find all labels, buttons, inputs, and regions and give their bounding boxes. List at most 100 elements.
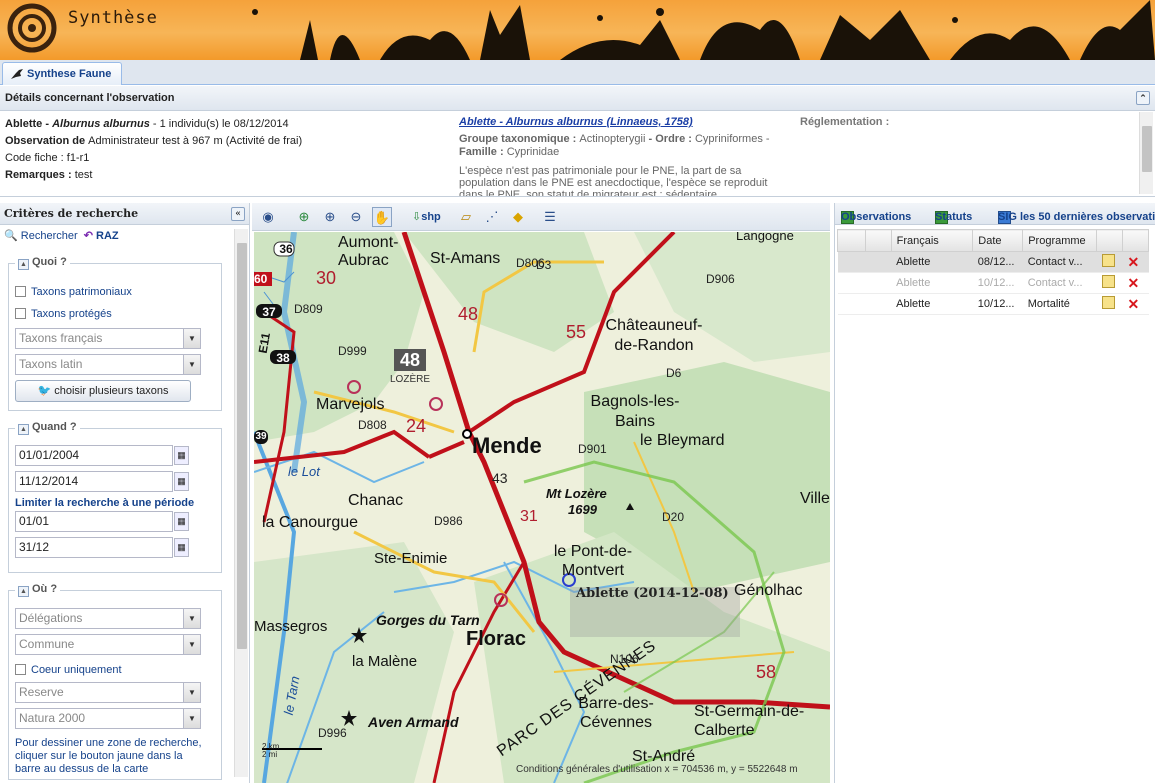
observer-value: Administrateur test à 967 m (Activité de…: [88, 135, 303, 147]
map-label-aven: Aven Armand: [368, 714, 459, 730]
map-label-bleymard: le Bleymard: [640, 432, 725, 449]
detail-scrollbar[interactable]: [1139, 112, 1153, 194]
edit-icon[interactable]: [1096, 272, 1123, 294]
taxons-proteges-checkbox[interactable]: Taxons protégés: [15, 308, 112, 320]
edit-icon[interactable]: [1096, 251, 1123, 273]
period-end-field[interactable]: 31/12 ▦: [15, 537, 189, 558]
eraser-icon[interactable]: ◆: [508, 207, 528, 227]
quoi-legend[interactable]: ▲ Quoi ?: [15, 256, 70, 270]
select-placeholder: Taxons latin: [19, 357, 83, 371]
draw-polygon-icon[interactable]: ▱: [456, 207, 476, 227]
raz-button[interactable]: ↶ RAZ: [84, 230, 119, 242]
draw-line-icon[interactable]: ⋰: [482, 207, 502, 227]
reserve-select[interactable]: Reserve ▼: [15, 682, 201, 703]
export-shp-button[interactable]: ⇩shp: [412, 207, 441, 227]
taxons-francais-select[interactable]: Taxons français ▼: [15, 328, 201, 349]
commune-select[interactable]: Commune ▼: [15, 634, 201, 655]
remarks-value: test: [74, 169, 93, 181]
date-end-field[interactable]: 11/12/2014 ▦: [15, 471, 189, 492]
map-label-enimie: Ste-Enimie: [374, 550, 448, 567]
banner-silhouettes: [7, 0, 1155, 60]
collapse-left-icon[interactable]: «: [231, 207, 245, 221]
zoom-out-icon[interactable]: ⊖: [346, 207, 366, 227]
collapse-up-icon[interactable]: ⌃: [1136, 91, 1150, 105]
map-label-aumont: Aumont-Aubrac: [338, 234, 399, 269]
chevron-down-icon[interactable]: ▼: [183, 635, 200, 654]
close-icon: ✕: [1127, 253, 1140, 270]
taxon-link[interactable]: Ablette - Alburnus alburnus (Linnaeus, 1…: [459, 116, 693, 128]
observations-panel: Observations Statuts SIG les 50 dernière…: [834, 203, 1155, 783]
zoom-extent-icon[interactable]: ◉: [258, 207, 278, 227]
map-label-road-55: 55: [566, 322, 587, 342]
cell-programme: Mortalité: [1022, 293, 1097, 315]
left-scrollbar[interactable]: [234, 229, 248, 777]
edit-icon[interactable]: [1096, 293, 1123, 315]
cell-francais: Ablette: [891, 251, 973, 273]
button-label: choisir plusieurs taxons: [54, 385, 169, 397]
tab-label: SIG les 50 dernières observations: [998, 211, 1155, 223]
calendar-icon[interactable]: ▦: [174, 446, 189, 465]
natura-select[interactable]: Natura 2000 ▼: [15, 708, 201, 729]
detail-scroll-thumb[interactable]: [1142, 126, 1152, 172]
chevron-down-icon[interactable]: ▼: [183, 329, 200, 348]
calendar-icon[interactable]: ▦: [174, 472, 189, 491]
bird-icon: 🐦: [37, 385, 52, 397]
chevron-down-icon[interactable]: ▼: [183, 609, 200, 628]
map-label-a37: 37: [262, 305, 276, 319]
calendar-icon[interactable]: ▦: [174, 538, 189, 557]
delete-icon[interactable]: ✕: [1122, 251, 1149, 273]
draw-zone-hint: Pour dessiner une zone de recherche, cli…: [15, 737, 202, 775]
observer-label: Observation de: [5, 135, 89, 147]
table-row[interactable]: Ablette 10/12... Contact v... ✕: [837, 272, 1149, 294]
map-label-mt-lozere: Mt Lozère: [546, 486, 607, 501]
ou-legend[interactable]: ▲ Où ?: [15, 583, 61, 597]
map-canvas[interactable]: 2 km 2 mi Mende Marvejols Chanac la Cano…: [254, 232, 830, 783]
quand-legend[interactable]: ▲ Quand ?: [15, 421, 80, 435]
map-panel: ◉ ⊕ ⊕ ⊖ ✋ ⇩shp ▱ ⋰ ◆ ☰ 2 km 2 mi Mende M…: [252, 203, 830, 783]
map-label-villefort: Villet: [800, 490, 830, 507]
date-value: 11/12/2014: [19, 474, 79, 488]
column-header-francais[interactable]: Français: [890, 229, 974, 252]
row-spacer: [837, 251, 866, 273]
detail-panel-body: Ablette - Alburnus alburnus - 1 individu…: [0, 112, 1155, 197]
taxons-patrimoniaux-checkbox[interactable]: Taxons patrimoniaux: [15, 286, 132, 298]
period-start-field[interactable]: 01/01 ▦: [15, 511, 189, 532]
table-row[interactable]: Ablette 10/12... Mortalité ✕: [837, 293, 1149, 315]
map-label-d901: D901: [578, 442, 607, 456]
left-scroll-thumb[interactable]: [237, 243, 247, 649]
search-button[interactable]: 🔍 Rechercher: [4, 230, 78, 242]
chevron-down-icon[interactable]: ▼: [183, 355, 200, 374]
zoom-in-icon[interactable]: ⊕: [320, 207, 340, 227]
date-start-field[interactable]: 01/01/2004 ▦: [15, 445, 189, 466]
table-row[interactable]: Ablette 08/12... Contact v... ✕: [837, 251, 1149, 273]
detail-title: Détails concernant l'observation: [5, 92, 175, 104]
map-label-road-30: 30: [316, 268, 337, 288]
choose-taxa-button[interactable]: 🐦 choisir plusieurs taxons: [15, 380, 191, 402]
delete-icon[interactable]: ✕: [1122, 293, 1149, 315]
tab-synthese-faune[interactable]: Synthese Faune: [2, 62, 123, 85]
coeur-checkbox[interactable]: Coeur uniquement: [15, 664, 122, 676]
search-criteria-header: Critères de recherche «: [0, 203, 249, 225]
layer-list-icon[interactable]: ☰: [540, 207, 560, 227]
delegations-select[interactable]: Délégations ▼: [15, 608, 201, 629]
select-placeholder: Délégations: [19, 611, 83, 625]
taxons-latin-select[interactable]: Taxons latin ▼: [15, 354, 201, 375]
map-footer-coords: Conditions générales d'utilisation x = 7…: [516, 764, 798, 775]
map-label-d809: D809: [294, 302, 323, 316]
pan-hand-icon[interactable]: ✋: [372, 207, 392, 227]
order-label: - Ordre :: [645, 133, 695, 145]
column-header-date[interactable]: Date: [972, 229, 1024, 252]
map-label-pont: le Pont-de-Montvert: [553, 543, 633, 579]
delete-icon[interactable]: ✕: [1122, 272, 1149, 294]
row-spacer: [865, 293, 892, 315]
chevron-down-icon[interactable]: ▼: [183, 683, 200, 702]
family-value: Cyprinidae: [506, 146, 560, 158]
group-value: Actinopterygii: [579, 133, 646, 145]
chevron-down-icon[interactable]: ▼: [183, 709, 200, 728]
map-label-langogne: Langogne: [736, 232, 794, 243]
column-header-programme[interactable]: Programme: [1022, 229, 1098, 252]
checkbox-label: Taxons protégés: [31, 308, 112, 320]
map-popup-observation[interactable]: Ablette (2014-12-08): [576, 586, 729, 601]
calendar-icon[interactable]: ▦: [174, 512, 189, 531]
zoom-box-icon[interactable]: ⊕: [294, 207, 314, 227]
